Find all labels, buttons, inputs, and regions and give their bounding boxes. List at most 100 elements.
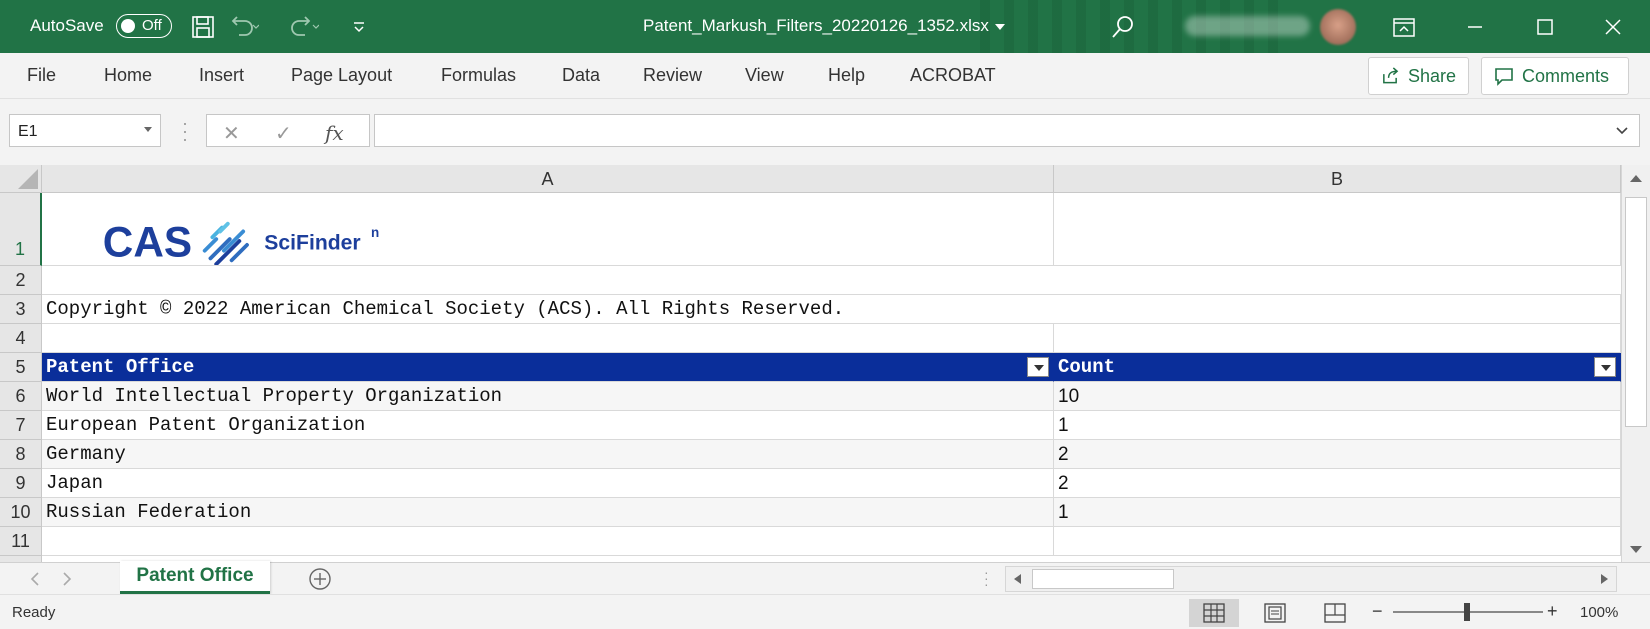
autosave-label: AutoSave [30, 16, 104, 35]
cancel-icon[interactable]: ✕ [223, 121, 240, 146]
row-header-6[interactable]: 6 [0, 382, 42, 411]
chevron-down-icon[interactable] [144, 127, 152, 132]
row-header-4[interactable]: 4 [0, 324, 42, 353]
comment-icon [1495, 68, 1513, 86]
split-handle-icon[interactable]: · · · [984, 565, 989, 591]
svg-text:CAS: CAS [103, 218, 192, 265]
ribbon-tabs: File Home Insert Page Layout Formulas Da… [0, 53, 1650, 99]
table-row[interactable]: World Intellectual Property Organization [42, 382, 1054, 411]
cell-b11[interactable] [1054, 527, 1621, 556]
table-row[interactable]: Japan [42, 469, 1054, 498]
row-header-5[interactable]: 5 [0, 353, 42, 382]
zoom-out-button[interactable]: − [1372, 601, 1383, 622]
formula-input[interactable] [374, 114, 1640, 147]
row-header-7[interactable]: 7 [0, 411, 42, 440]
zoom-in-button[interactable]: + [1547, 601, 1558, 622]
insert-function-icon[interactable]: fx [325, 121, 344, 145]
vertical-scrollbar[interactable] [1621, 165, 1650, 562]
header-label-count: Count [1058, 356, 1116, 378]
autosave-state: Off [142, 17, 162, 34]
sheet-tab-patent-office[interactable]: Patent Office [120, 561, 270, 594]
enter-icon[interactable]: ✓ [275, 121, 292, 146]
tab-file[interactable]: File [27, 65, 56, 86]
title-dropdown-icon[interactable] [985, 12, 1015, 42]
row-header-10[interactable]: 10 [0, 498, 42, 527]
filter-dropdown-icon[interactable] [1027, 357, 1049, 377]
tab-help[interactable]: Help [828, 65, 865, 86]
scroll-right-icon[interactable] [1600, 573, 1610, 585]
redo-icon[interactable] [290, 12, 320, 42]
header-label-patent-office: Patent Office [46, 356, 195, 378]
undo-icon[interactable] [230, 12, 260, 42]
cas-scifinder-logo: CAS SciFinder n [103, 218, 379, 265]
table-row[interactable]: 2 [1054, 469, 1621, 498]
table-row[interactable]: European Patent Organization [42, 411, 1054, 440]
table-header-count[interactable]: Count [1054, 353, 1621, 382]
row-header-11[interactable]: 11 [0, 527, 42, 556]
add-sheet-icon[interactable] [308, 567, 332, 591]
share-label: Share [1407, 65, 1456, 86]
zoom-level[interactable]: 100% [1580, 604, 1618, 621]
formula-buttons: ✕ ✓ fx [206, 114, 370, 147]
normal-view-icon[interactable] [1189, 599, 1239, 627]
column-header-a[interactable]: A [42, 165, 1054, 193]
filter-dropdown-icon[interactable] [1594, 357, 1616, 377]
prev-sheet-icon[interactable] [30, 572, 40, 586]
select-all-button[interactable] [0, 165, 42, 193]
next-sheet-icon[interactable] [62, 572, 72, 586]
scifinder-superscript: n [371, 225, 379, 240]
tab-insert[interactable]: Insert [199, 65, 244, 86]
tab-formulas[interactable]: Formulas [441, 65, 516, 86]
horizontal-scrollbar[interactable] [1005, 566, 1617, 592]
cell-a4[interactable] [42, 324, 1054, 353]
horizontal-scroll-thumb[interactable] [1032, 569, 1174, 589]
row-header-3[interactable]: 3 [0, 295, 42, 324]
tab-acrobat[interactable]: ACROBAT [910, 65, 996, 86]
cell-a1[interactable]: CAS SciFinder n [42, 193, 1054, 266]
page-layout-view-icon[interactable] [1250, 599, 1300, 627]
page-break-view-icon[interactable] [1310, 599, 1360, 627]
autosave-toggle[interactable]: Off [116, 14, 172, 38]
close-icon[interactable] [1598, 12, 1628, 42]
table-row[interactable]: Germany [42, 440, 1054, 469]
name-box[interactable]: E1 [9, 114, 161, 147]
search-icon[interactable] [1108, 12, 1138, 42]
zoom-slider-thumb[interactable] [1464, 603, 1470, 621]
scroll-up-icon[interactable] [1629, 173, 1643, 183]
row-header-8[interactable]: 8 [0, 440, 42, 469]
cell-a2[interactable] [42, 266, 1621, 295]
row-header-9[interactable]: 9 [0, 469, 42, 498]
status-bar: Ready − + 100% [0, 594, 1650, 629]
comments-button[interactable]: Comments [1481, 57, 1629, 95]
scroll-down-icon[interactable] [1629, 545, 1643, 555]
maximize-icon[interactable] [1530, 12, 1560, 42]
cell-b1[interactable] [1054, 193, 1621, 266]
ribbon-display-icon[interactable] [1389, 12, 1419, 42]
table-row[interactable]: Russian Federation [42, 498, 1054, 527]
expand-formula-icon[interactable] [1615, 124, 1629, 138]
customize-icon[interactable] [344, 12, 374, 42]
row-header-1[interactable]: 1 [0, 193, 42, 266]
save-icon[interactable] [188, 12, 218, 42]
table-row[interactable]: 1 [1054, 498, 1621, 527]
cell-b4[interactable] [1054, 324, 1621, 353]
cell-a11[interactable] [42, 527, 1054, 556]
tab-data[interactable]: Data [562, 65, 600, 86]
tab-page-layout[interactable]: Page Layout [291, 65, 392, 86]
tab-home[interactable]: Home [104, 65, 152, 86]
tab-review[interactable]: Review [643, 65, 702, 86]
table-row[interactable]: 1 [1054, 411, 1621, 440]
table-header-patent-office[interactable]: Patent Office [42, 353, 1054, 382]
table-row[interactable]: 10 [1054, 382, 1621, 411]
vertical-scroll-thumb[interactable] [1625, 197, 1647, 427]
scroll-left-icon[interactable] [1012, 573, 1022, 585]
cell-a3[interactable]: Copyright © 2022 American Chemical Socie… [42, 295, 1621, 324]
tab-view[interactable]: View [745, 65, 784, 86]
avatar[interactable] [1320, 9, 1356, 45]
minimize-icon[interactable] [1460, 12, 1490, 42]
table-row[interactable]: 2 [1054, 440, 1621, 469]
row-header-2[interactable]: 2 [0, 266, 42, 295]
share-button[interactable]: Share [1368, 57, 1469, 95]
column-header-b[interactable]: B [1054, 165, 1621, 193]
drag-handle-icon[interactable]: · · · [182, 114, 188, 148]
